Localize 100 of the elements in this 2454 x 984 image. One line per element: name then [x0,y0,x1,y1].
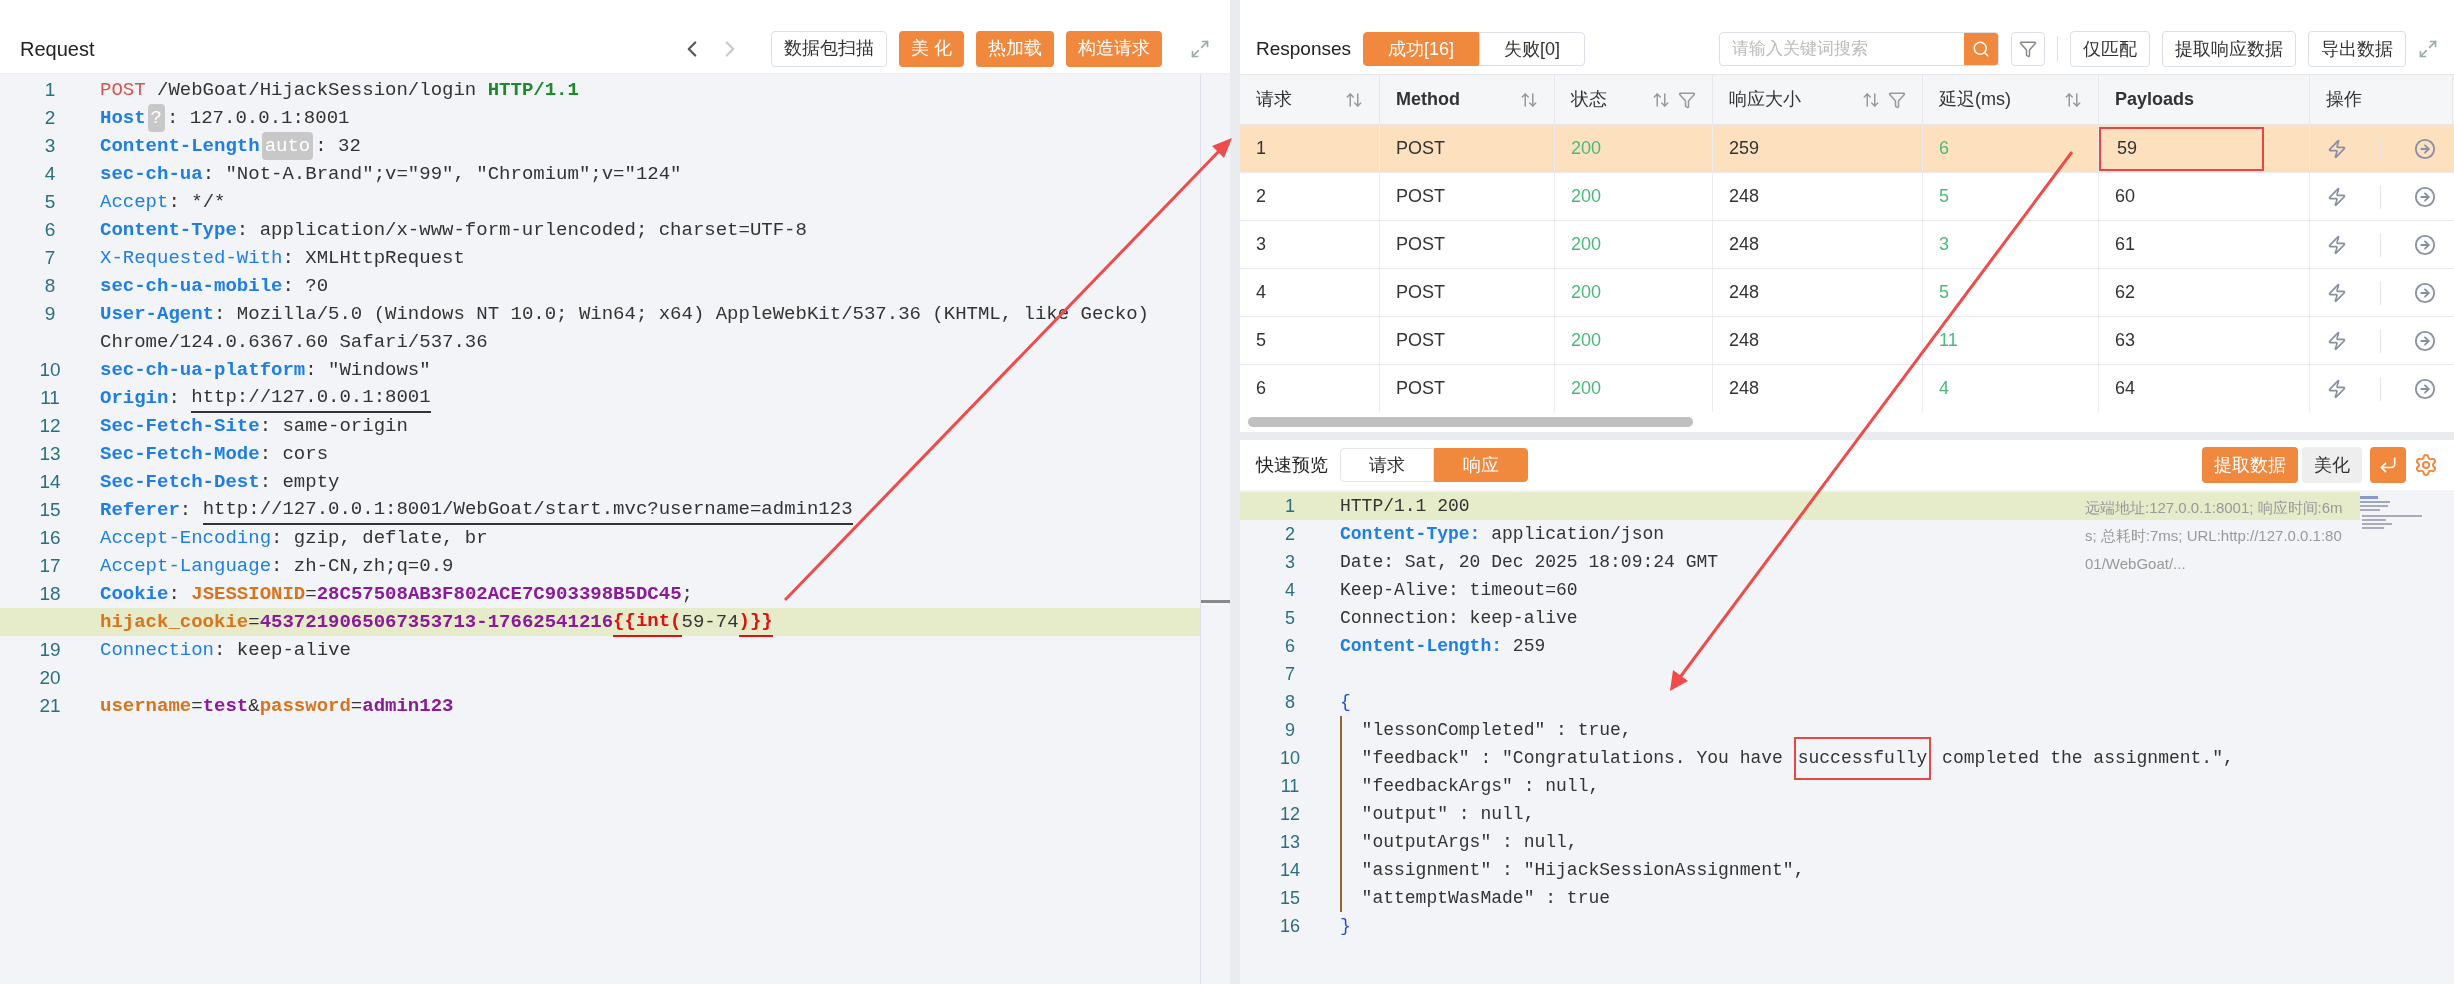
table-cell-text: 248 [1729,185,1760,208]
toolbar-button[interactable]: 提取响应数据 [2162,31,2296,67]
header-name: Content-Type [100,217,237,243]
filter-icon[interactable] [1678,90,1696,109]
line-number: 13 [39,442,61,464]
table-cell-text: 64 [2115,377,2136,400]
table-cell-text: 2 [1256,185,1266,208]
sort-icon[interactable] [1520,90,1538,109]
table-cell-text: 63 [2115,329,2136,352]
wrap-button[interactable] [2370,447,2406,483]
code-text: : */* [168,189,226,215]
table-cell-text: 200 [1571,281,1602,304]
header-name: Content-Type: [1340,522,1481,546]
lightning-icon[interactable] [2326,138,2347,159]
line-number: 14 [1280,859,1300,880]
line-number: 19 [39,638,61,660]
table-row[interactable]: 3 POST 200 248 3 61 [1240,221,2454,269]
table-cell-text: 4 [1256,281,1266,304]
code-text: "outputArgs" : null, [1360,830,1578,854]
line-number: 10 [1280,747,1300,768]
code-text: "assignment" : "HijackSessionAssignment", [1360,858,1805,882]
toolbar-button[interactable]: 数据包扫描 [771,30,887,67]
filter-icon[interactable] [2019,40,2037,58]
tab[interactable]: 失败[0] [1479,32,1586,66]
line-number: 1 [44,78,56,100]
arrow-circle-icon[interactable] [2414,377,2437,400]
table-cell-text: POST [1396,377,1445,400]
brace: { [1340,690,1351,714]
line-number: 7 [44,246,56,268]
sort-icon[interactable] [1345,90,1363,109]
column-header: 响应大小 [1729,88,1802,111]
expand-icon[interactable] [1190,38,1210,59]
table-row[interactable]: 2 POST 200 248 5 60 [1240,173,2454,221]
code-text: : ?0 [282,273,329,299]
table-cell-text: 6 [1256,377,1266,400]
code-text: : same-origin [259,413,408,439]
code-text: : empty [259,469,340,495]
lightning-icon[interactable] [2326,378,2347,399]
header-name: Content-Length: [1340,634,1503,658]
line-number: 8 [44,274,56,296]
search-field[interactable]: 请输入关键词搜索 [1719,32,1999,66]
arrow-circle-icon[interactable] [2414,233,2437,256]
table-cell-text: 5 [1939,185,1949,208]
code-text: : XMLHttpRequest [282,245,465,271]
table-cell-text: POST [1396,137,1445,160]
scrollbar-thumb[interactable] [1248,417,1693,427]
code-text: & [248,693,260,719]
code-text: : 127.0.0.1:8001 [167,105,350,131]
expand-icon[interactable] [2418,39,2438,59]
table-row[interactable]: 1 POST 200 259 6 59 [1240,125,2454,173]
search-input[interactable]: 请输入关键词搜索 [1720,33,1964,65]
arrow-circle-icon[interactable] [2414,137,2437,160]
lightning-icon[interactable] [2326,186,2347,207]
header-name: Referer [100,497,180,523]
toolbar-button[interactable]: 导出数据 [2308,31,2406,67]
lightning-icon[interactable] [2326,282,2347,303]
code-text: ; [681,581,693,607]
param-name: JSESSIONID [191,581,306,607]
table-row[interactable]: 4 POST 200 248 5 62 [1240,269,2454,317]
filter-icon[interactable] [1888,90,1906,109]
code-text: : keep-alive [214,637,351,663]
code-text: = [248,609,260,635]
line-number: 5 [1285,607,1295,628]
table-cell-text: POST [1396,329,1445,352]
toolbar-button[interactable]: 仅匹配 [2070,31,2150,67]
table-cell-text: 5 [1256,329,1266,352]
line-number: 3 [1285,551,1295,572]
template-expression: )}} [738,606,773,638]
table-cell-text: 259 [1729,137,1760,160]
settings-icon[interactable] [2414,453,2438,477]
arrow-circle-icon[interactable] [2414,329,2437,352]
lightning-icon[interactable] [2326,234,2347,255]
lightning-icon[interactable] [2326,330,2347,351]
line-number: 13 [1280,831,1300,852]
protocol-text: HTTP/1.1 [487,77,579,103]
header-name: Sec-Fetch-Mode [100,441,260,467]
arrow-circle-icon[interactable] [2414,185,2437,208]
header-name: X-Requested-With [100,245,283,271]
tab[interactable]: 请求 [1340,448,1434,482]
sort-icon[interactable] [1652,90,1670,109]
sort-icon[interactable] [1862,90,1880,109]
code-text: : gzip, deflate, br [271,525,488,551]
search-icon[interactable] [1972,40,1990,58]
table-cell-text: 200 [1571,329,1602,352]
brace: } [1340,914,1351,938]
header-name: Accept-Language [100,553,272,579]
http-method: POST [100,77,146,103]
line-number: 12 [39,414,61,436]
header-name: User-Agent [100,301,215,327]
line-number: 14 [39,470,61,492]
panel-title: Request [20,36,96,62]
table-cell-text: 248 [1729,233,1760,256]
toolbar-button[interactable]: 美化 [2302,447,2362,483]
code-text: : cors [259,441,329,467]
sort-icon[interactable] [2064,90,2082,109]
arrow-circle-icon[interactable] [2414,281,2437,304]
line-number: 6 [44,218,56,240]
table-row[interactable]: 5 POST 200 248 11 63 [1240,317,2454,365]
column-header: 请求 [1256,88,1293,111]
table-cell-text: 248 [1729,281,1760,304]
